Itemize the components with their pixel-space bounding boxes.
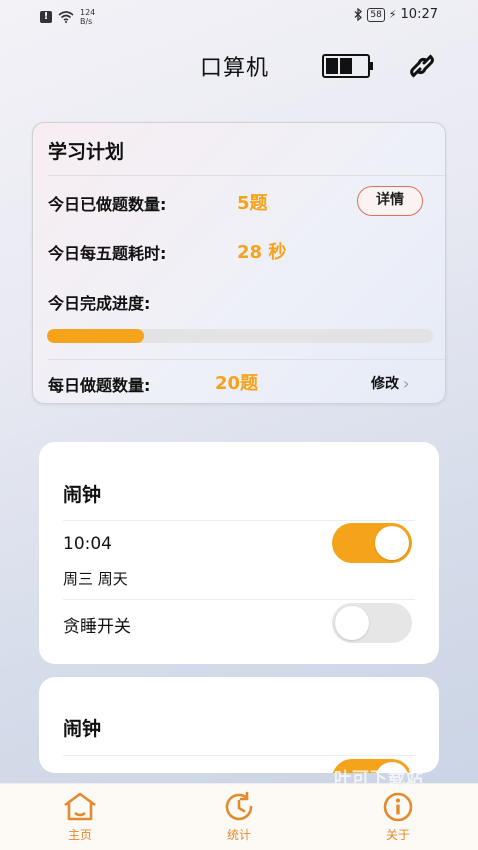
nav-stats-label: 统计 — [226, 828, 251, 842]
snooze-toggle[interactable] — [332, 603, 412, 643]
toggle-knob — [335, 606, 369, 640]
toggle-knob — [375, 526, 409, 560]
alarm-time: 10:04 — [63, 534, 112, 554]
modify-label: 修改 — [371, 376, 399, 392]
progress-fill — [47, 329, 144, 343]
done-count-value: 5题 — [237, 193, 268, 214]
alarm-days: 周三 周天 — [63, 570, 128, 588]
info-icon — [383, 792, 413, 822]
plan-title: 学习计划 — [48, 141, 125, 163]
modify-button[interactable]: 修改 › — [371, 373, 409, 393]
alarm-card: 闹钟 10:04 周三 周天 贪睡开关 — [39, 442, 439, 664]
progress-bar — [47, 329, 433, 343]
wifi-icon — [58, 11, 74, 23]
history-icon — [225, 791, 253, 821]
daily-count-label: 每日做题数量: — [48, 376, 151, 395]
time-per-five-label: 今日每五题耗时: — [48, 244, 167, 263]
status-left: ! 124 B/s — [40, 8, 95, 26]
battery-level: 58 — [367, 7, 385, 22]
study-plan-card: 学习计划 今日已做题数量: 5题 详情 今日每五题耗时: 28 秒 今日完成进度… — [32, 122, 446, 404]
bottom-nav: 主页 统计 关于 — [0, 783, 478, 850]
alarm-toggle[interactable] — [332, 523, 412, 563]
net-speed: 124 B/s — [80, 8, 95, 26]
divider — [63, 755, 415, 756]
alarm-title: 闹钟 — [63, 484, 102, 506]
time-per-five-value: 28 秒 — [237, 242, 287, 263]
status-right: 58 ⚡ 10:27 — [354, 7, 438, 22]
nav-about-label: 关于 — [385, 828, 410, 842]
link-icon[interactable] — [408, 52, 436, 80]
clock: 10:27 — [400, 7, 438, 22]
progress-label: 今日完成进度: — [48, 294, 151, 313]
status-bar: ! 124 B/s 58 ⚡ 10:27 — [0, 0, 478, 30]
daily-count-value: 20题 — [215, 373, 259, 394]
alarm-card: 闹钟 — [39, 677, 439, 773]
divider — [63, 599, 415, 600]
nav-about[interactable]: 关于 — [358, 790, 438, 843]
divider — [48, 175, 445, 176]
nav-home-label: 主页 — [67, 828, 92, 842]
home-icon — [64, 792, 96, 821]
page-title: 口算机 — [200, 56, 270, 81]
alert-icon: ! — [40, 11, 52, 23]
snooze-label: 贪睡开关 — [63, 617, 131, 637]
nav-home[interactable]: 主页 — [40, 790, 120, 843]
bluetooth-icon — [354, 8, 363, 21]
net-speed-unit: B/s — [80, 17, 93, 26]
nav-stats[interactable]: 统计 — [199, 790, 279, 843]
divider — [48, 359, 445, 360]
divider — [63, 520, 415, 521]
chevron-right-icon: › — [403, 373, 410, 393]
done-count-label: 今日已做题数量: — [48, 195, 167, 214]
net-speed-value: 124 — [80, 8, 96, 17]
detail-button[interactable]: 详情 — [357, 186, 423, 216]
alarm-title: 闹钟 — [63, 718, 102, 740]
charging-icon: ⚡ — [388, 8, 397, 21]
battery-icon[interactable] — [322, 54, 374, 78]
app-header: 口算机 — [0, 48, 478, 84]
